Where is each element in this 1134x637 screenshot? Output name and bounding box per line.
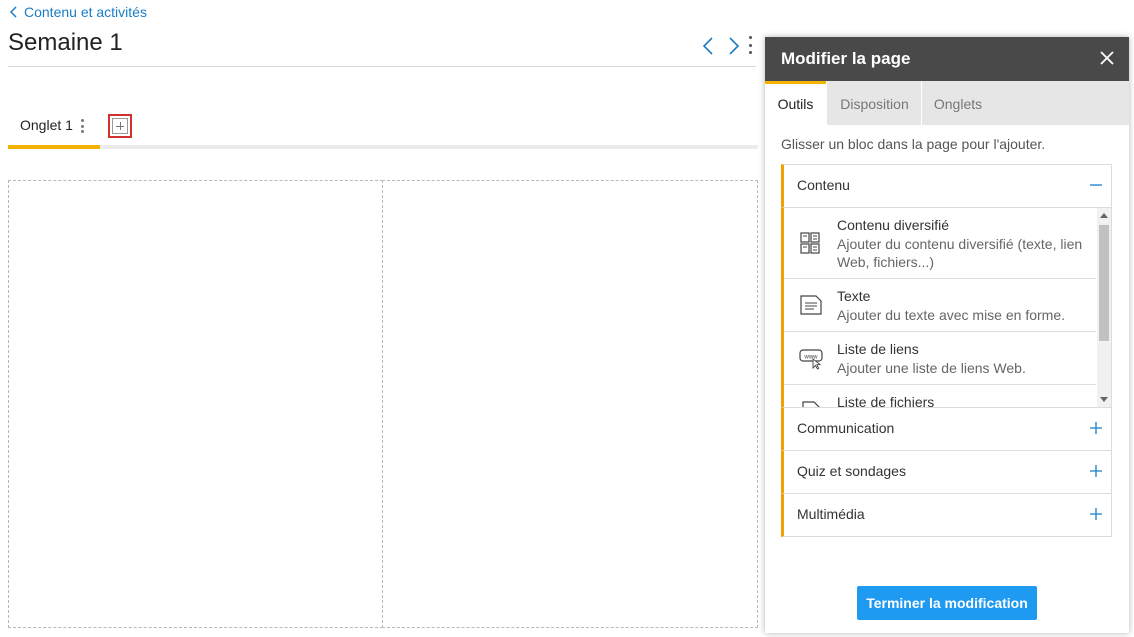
section-label: Quiz et sondages xyxy=(797,463,906,479)
add-tab-button[interactable] xyxy=(108,114,132,138)
list-item-texte[interactable]: Texte Ajouter du texte avec mise en form… xyxy=(784,279,1096,332)
collapse-minus-icon[interactable] xyxy=(1089,178,1103,192)
close-icon[interactable] xyxy=(1099,50,1115,66)
svg-text:www: www xyxy=(804,355,819,361)
layout-column-right[interactable] xyxy=(382,180,758,628)
tab-onglets[interactable]: Onglets xyxy=(921,81,994,125)
scrollbar-thumb[interactable] xyxy=(1099,225,1109,341)
item-title: Liste de liens xyxy=(837,341,919,357)
item-title: Liste de fichiers xyxy=(837,394,935,407)
page-options-menu-icon[interactable] xyxy=(746,36,754,54)
section-quiz-sondages[interactable]: Quiz et sondages xyxy=(781,450,1112,494)
back-link-label: Contenu et activités xyxy=(24,4,147,20)
scroll-down-arrow-icon[interactable] xyxy=(1100,397,1108,402)
next-page-button[interactable] xyxy=(726,36,742,56)
tab-outils[interactable]: Outils xyxy=(765,81,826,125)
chevron-right-icon xyxy=(729,37,740,55)
expand-plus-icon[interactable] xyxy=(1089,421,1103,435)
section-communication[interactable]: Communication xyxy=(781,407,1112,451)
item-description: Ajouter du texte avec mise en forme. xyxy=(837,307,1065,323)
chevron-left-icon xyxy=(702,37,713,55)
page-title: Semaine 1 xyxy=(8,29,123,56)
item-title: Contenu diversifié xyxy=(837,217,950,233)
tab-options-icon[interactable] xyxy=(80,119,84,133)
chevron-left-icon xyxy=(9,6,17,18)
title-divider xyxy=(8,66,756,67)
file-list-icon xyxy=(802,401,820,407)
section-label: Contenu xyxy=(797,177,850,193)
www-link-icon: www xyxy=(799,349,823,370)
scroll-up-arrow-icon[interactable] xyxy=(1100,213,1108,218)
item-title: Texte xyxy=(837,288,871,304)
contenu-block-list: Contenu diversifié Ajouter du contenu di… xyxy=(781,208,1112,407)
tab-onglet-1[interactable]: Onglet 1 xyxy=(8,111,100,149)
item-description: Ajouter du contenu diversifié (texte, li… xyxy=(837,236,1083,270)
section-multimedia[interactable]: Multimédia xyxy=(781,493,1112,537)
text-document-icon xyxy=(800,295,822,315)
panel-tabs: Outils Disposition Onglets xyxy=(765,81,1129,125)
expand-plus-icon[interactable] xyxy=(1089,464,1103,478)
panel-title: Modifier la page xyxy=(781,49,911,68)
section-contenu[interactable]: Contenu xyxy=(781,164,1112,208)
list-item-liste-de-liens[interactable]: www Liste de liens Ajouter une liste de … xyxy=(784,332,1096,385)
plus-icon xyxy=(112,118,128,134)
list-scrollbar[interactable] xyxy=(1097,208,1111,407)
edit-page-panel: Modifier la page Outils Disposition Ongl… xyxy=(765,37,1129,633)
panel-hint: Glisser un bloc dans la page pour l'ajou… xyxy=(781,136,1046,152)
page-navigation xyxy=(700,36,742,56)
list-item-contenu-diversifie[interactable]: Contenu diversifié Ajouter du contenu di… xyxy=(784,208,1096,279)
panel-header: Modifier la page xyxy=(765,37,1129,81)
layout-column-left[interactable] xyxy=(8,180,383,628)
section-label: Multimédia xyxy=(797,506,865,522)
tab-disposition[interactable]: Disposition xyxy=(826,81,922,125)
item-description: Ajouter une liste de liens Web. xyxy=(837,360,1026,376)
page-tab-bar: Onglet 1 xyxy=(8,111,758,149)
finish-editing-button[interactable]: Terminer la modification xyxy=(857,586,1037,620)
mixed-content-icon xyxy=(800,232,820,254)
previous-page-button[interactable] xyxy=(700,36,716,56)
section-label: Communication xyxy=(797,420,895,436)
tab-label: Onglet 1 xyxy=(20,117,73,133)
expand-plus-icon[interactable] xyxy=(1089,507,1103,521)
list-item-liste-de-fichiers[interactable]: Liste de fichiers xyxy=(784,385,1096,407)
back-link[interactable]: Contenu et activités xyxy=(9,4,147,20)
